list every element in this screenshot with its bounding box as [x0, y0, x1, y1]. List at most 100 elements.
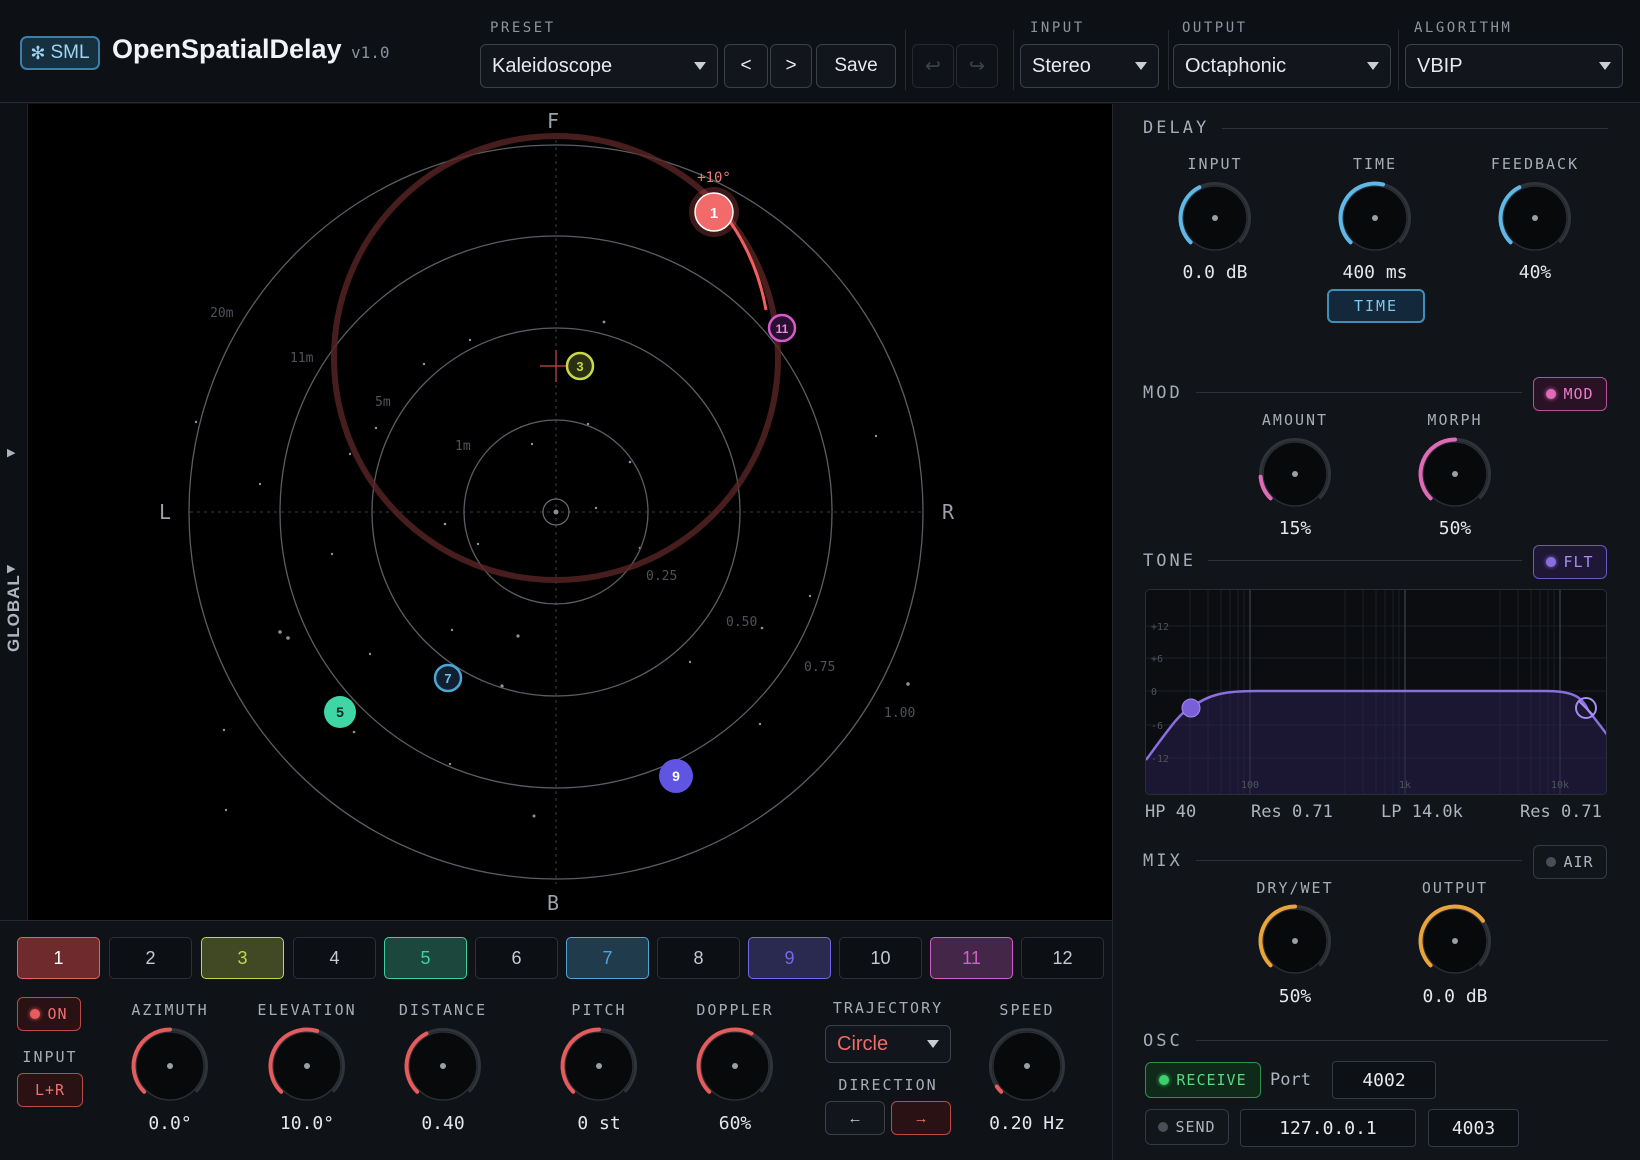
mod-amount-knob[interactable] [1255, 434, 1335, 514]
preset-select[interactable]: Kaleidoscope [480, 44, 718, 88]
save-button[interactable]: Save [816, 44, 896, 88]
azimuth-value: 0.0° [148, 1113, 192, 1134]
source-node-3[interactable]: 3 [565, 351, 595, 381]
voice-tab-6[interactable]: 6 [475, 937, 558, 979]
voice-tab-4[interactable]: 4 [293, 937, 376, 979]
hp-readout: HP 40 [1145, 802, 1197, 822]
pitch-label: PITCH [571, 1001, 627, 1019]
hp-handle[interactable] [1181, 698, 1201, 718]
pitch-value: 0 st [577, 1113, 621, 1134]
osc-send-port-field[interactable]: 4003 [1428, 1109, 1519, 1147]
air-toggle[interactable]: AIR [1533, 845, 1607, 879]
algorithm-value: VBIP [1417, 54, 1463, 77]
hp-res-readout: Res 0.71 [1251, 802, 1333, 822]
source-node-9[interactable]: 9 [659, 759, 693, 793]
distance-knob[interactable] [401, 1024, 485, 1108]
elevation-label: ELEVATION [257, 1001, 357, 1019]
mix-output-knob[interactable] [1415, 901, 1495, 981]
right-label: R [942, 500, 955, 524]
preset-value: Kaleidoscope [492, 54, 613, 77]
voice-tab-12[interactable]: 12 [1021, 937, 1104, 979]
voice-on-label: ON [47, 1005, 68, 1023]
freq-tick: 1k [1399, 780, 1411, 791]
mod-morph-knob[interactable] [1415, 434, 1495, 514]
undo-button[interactable]: ↩ [912, 44, 954, 88]
spatial-canvas[interactable]: 20m 11m 5m 1m 0.25 0.50 0.75 1.00 F B L … [0, 104, 1112, 920]
delay-section-title: DELAY [1143, 118, 1210, 138]
lp-res-readout: Res 0.71 [1520, 802, 1602, 822]
delay-time-value: 400 ms [1342, 262, 1408, 283]
azimuth-knob[interactable] [128, 1024, 212, 1108]
delay-feedback-knob[interactable] [1495, 178, 1575, 258]
logo-icon: ✻ [30, 42, 46, 63]
freq-tick: 10k [1551, 780, 1569, 791]
lp-readout: LP 14.0k [1381, 802, 1463, 822]
voice-tab-5[interactable]: 5 [384, 937, 467, 979]
osc-receive-toggle[interactable]: RECEIVE [1145, 1062, 1261, 1098]
ring-level-label: 0.50 [726, 615, 757, 630]
pitch-knob[interactable] [557, 1024, 641, 1108]
source-node-11[interactable]: 11 [767, 313, 797, 343]
osc-receive-label: RECEIVE [1176, 1071, 1247, 1089]
voice-on-toggle[interactable]: ON [17, 997, 81, 1031]
delay-time-knob[interactable] [1335, 178, 1415, 258]
distance-value: 0.40 [421, 1113, 465, 1134]
osc-send-ip-field[interactable]: 127.0.0.1 [1240, 1109, 1416, 1147]
db-tick: +6 [1151, 654, 1163, 665]
voice-input-label: INPUT [22, 1048, 78, 1066]
redo-button[interactable]: ↪ [956, 44, 998, 88]
time-sync-button[interactable]: TIME [1327, 289, 1425, 323]
source-node-5[interactable]: 5 [324, 696, 356, 728]
voice-tab-1[interactable]: 1 [17, 937, 100, 979]
delay-feedback-value: 40% [1518, 262, 1552, 283]
svg-text:9: 9 [672, 768, 680, 784]
delay-input-knob[interactable] [1175, 178, 1255, 258]
output-select[interactable]: Octaphonic [1173, 44, 1391, 88]
global-tab[interactable]: ▶ GLOBAL ▶ [0, 104, 28, 920]
input-label: INPUT [1030, 20, 1085, 36]
mod-toggle[interactable]: MOD [1533, 377, 1607, 411]
left-label: L [159, 500, 171, 524]
voice-tab-10[interactable]: 10 [839, 937, 922, 979]
spatial-view[interactable]: 20m 11m 5m 1m 0.25 0.50 0.75 1.00 F B L … [0, 104, 1112, 920]
app-version: v1.0 [351, 43, 390, 62]
algorithm-select[interactable]: VBIP [1405, 44, 1623, 88]
delay-time-label: TIME [1352, 155, 1398, 173]
doppler-knob[interactable] [693, 1024, 777, 1108]
trajectory-select[interactable]: Circle [825, 1025, 951, 1063]
source-node-7[interactable]: 7 [433, 663, 463, 693]
voice-tab-8[interactable]: 8 [657, 937, 740, 979]
mod-amount-value: 15% [1278, 518, 1312, 539]
source-node-1[interactable]: 1 [694, 192, 734, 232]
ring-level-label: 1.00 [884, 706, 915, 721]
osc-port-label: Port [1270, 1070, 1311, 1090]
divider [1196, 392, 1522, 393]
mix-drywet-knob[interactable] [1255, 901, 1335, 981]
direction-left-button[interactable]: ← [825, 1101, 885, 1135]
status-dot-icon [1546, 389, 1557, 399]
voice-tab-7[interactable]: 7 [566, 937, 649, 979]
preset-label: PRESET [490, 20, 556, 36]
osc-send-toggle[interactable]: SEND [1145, 1109, 1229, 1145]
preset-next-button[interactable]: > [770, 44, 812, 88]
header-bar: ✻ SML OpenSpatialDelay v1.0 PRESET Kalei… [0, 0, 1640, 103]
voice-tab-11[interactable]: 11 [930, 937, 1013, 979]
filter-graph[interactable]: +12 +6 0 -6 -12 100 1k 10k [1145, 589, 1607, 795]
filter-toggle[interactable]: FLT [1533, 545, 1607, 579]
voice-input-button[interactable]: L+R [17, 1073, 83, 1107]
db-tick: -6 [1151, 721, 1163, 732]
trajectory-value: Circle [837, 1032, 889, 1055]
direction-right-button[interactable]: → [891, 1101, 951, 1135]
voice-tab-3[interactable]: 3 [201, 937, 284, 979]
status-dot-icon [1546, 557, 1557, 567]
speed-label: SPEED [999, 1001, 1055, 1019]
mod-amount-label: AMOUNT [1261, 411, 1329, 429]
speed-knob[interactable] [985, 1024, 1069, 1108]
osc-receive-port-field[interactable]: 4002 [1332, 1061, 1436, 1099]
preset-prev-button[interactable]: < [724, 44, 768, 88]
mod-morph-value: 50% [1438, 518, 1472, 539]
voice-tab-9[interactable]: 9 [748, 937, 831, 979]
elevation-knob[interactable] [265, 1024, 349, 1108]
input-select[interactable]: Stereo [1020, 44, 1159, 88]
voice-tab-2[interactable]: 2 [109, 937, 192, 979]
